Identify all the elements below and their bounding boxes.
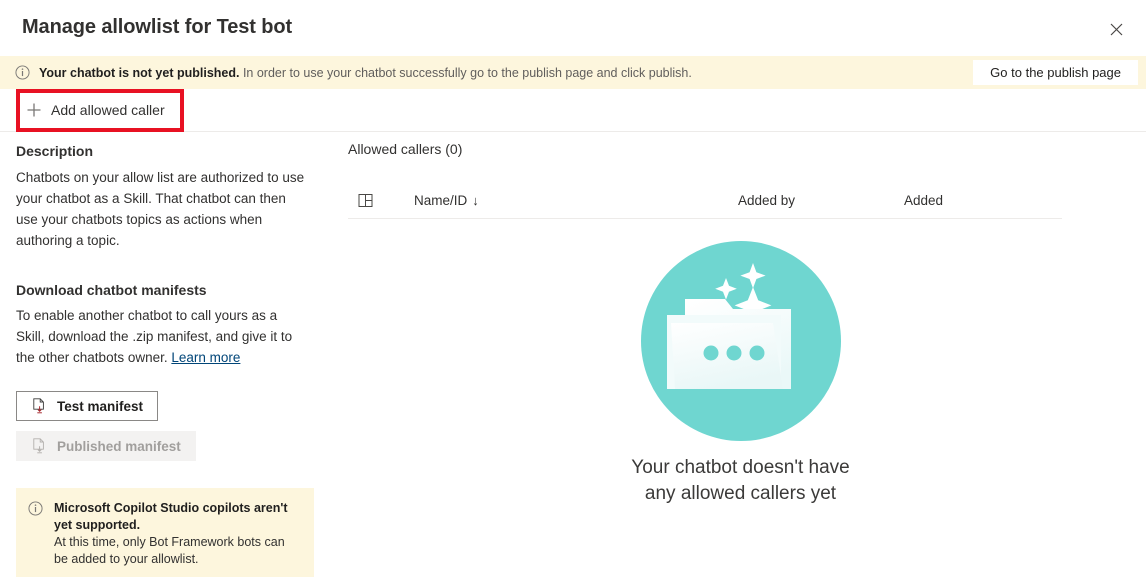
empty-state: Your chatbot doesn't have any allowed ca…	[335, 241, 1146, 507]
document-download-icon-disabled	[31, 438, 47, 454]
add-allowed-caller-label: Add allowed caller	[51, 102, 165, 118]
column-options-icon[interactable]	[358, 193, 374, 209]
banner-message-bold: Your chatbot is not yet published.	[39, 65, 240, 80]
column-header-name-id[interactable]: Name/ID ↓	[414, 193, 479, 208]
banner-message: Your chatbot is not yet published. In or…	[39, 65, 692, 81]
info-circle-glyph	[14, 65, 30, 80]
info-circle-icon-card	[28, 501, 44, 517]
download-manifests-heading: Download chatbot manifests	[16, 282, 207, 298]
column-header-name-id-label: Name/ID	[414, 193, 468, 208]
folder-dots	[703, 345, 764, 361]
folder-front	[670, 323, 783, 389]
sort-descending-icon: ↓	[472, 193, 479, 208]
empty-folder-sparkles-illustration	[640, 241, 841, 441]
manage-allowlist-dialog: Manage allowlist for Test bot Your chatb…	[0, 0, 1146, 577]
add-allowed-caller-button[interactable]: Add allowed caller	[22, 95, 169, 125]
column-header-added[interactable]: Added	[904, 193, 943, 208]
download-manifests-text: To enable another chatbot to call yours …	[16, 308, 293, 365]
close-glyph	[1110, 23, 1122, 35]
left-info-panel: Description Chatbots on your allow list …	[0, 133, 335, 577]
column-header-added-by[interactable]: Added by	[738, 193, 795, 208]
unsupported-info-body: At this time, only Bot Framework bots ca…	[54, 535, 285, 566]
published-manifest-label: Published manifest	[57, 438, 181, 454]
test-manifest-label: Test manifest	[57, 398, 144, 414]
info-circle-glyph-card	[28, 501, 43, 516]
banner-message-rest: In order to use your chatbot successfull…	[239, 65, 692, 80]
allowed-callers-heading: Allowed callers (0)	[348, 141, 463, 157]
close-icon[interactable]	[1100, 13, 1132, 45]
published-manifest-button: Published manifest	[16, 431, 196, 461]
plus-icon	[26, 102, 42, 118]
unsupported-info-bold: Microsoft Copilot Studio copilots aren't…	[54, 501, 288, 532]
info-circle-icon	[14, 65, 30, 81]
unsupported-info-text: Microsoft Copilot Studio copilots aren't…	[54, 500, 300, 568]
page-title: Manage allowlist for Test bot	[22, 16, 293, 38]
publish-warning-banner: Your chatbot is not yet published. In or…	[0, 56, 1146, 89]
dialog-titlebar: Manage allowlist for Test bot	[0, 0, 1146, 56]
document-download-icon	[31, 398, 47, 414]
unsupported-info-card: Microsoft Copilot Studio copilots aren't…	[16, 488, 314, 577]
plus-glyph	[27, 103, 41, 117]
learn-more-link[interactable]: Learn more	[171, 350, 240, 365]
empty-state-message: Your chatbot doesn't have any allowed ca…	[631, 457, 850, 504]
allowed-callers-region: Allowed callers (0) Name/ID ↓ Added by Ad…	[335, 133, 1146, 577]
command-bar: Add allowed caller	[0, 89, 1146, 132]
column-options-glyph	[358, 194, 373, 207]
download-manifests-body: To enable another chatbot to call yours …	[16, 305, 308, 368]
description-body: Chatbots on your allow list are authoriz…	[16, 170, 305, 248]
go-to-publish-page-button[interactable]: Go to the publish page	[973, 60, 1138, 85]
document-download-glyph-disabled	[33, 438, 44, 454]
document-download-glyph	[33, 398, 44, 414]
allowed-callers-table-header: Name/ID ↓ Added by Added	[348, 185, 1062, 219]
description-heading: Description	[16, 143, 94, 159]
test-manifest-button[interactable]: Test manifest	[16, 391, 159, 421]
